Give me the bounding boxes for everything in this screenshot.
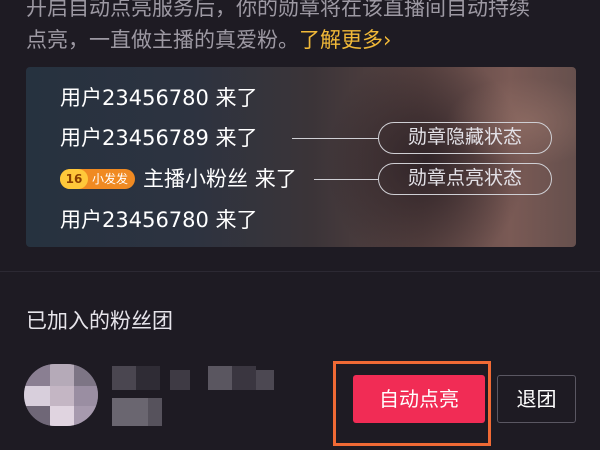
intro-line-2: 点亮，一直做主播的真爱粉。了解更多› — [26, 24, 586, 56]
intro-line-2-text: 点亮，一直做主播的真爱粉。 — [26, 28, 299, 52]
demo-preview-image: 用户23456780 来了 用户23456789 来了 勋章隐藏状态 16 小发… — [26, 67, 576, 247]
learn-more-link[interactable]: 了解更多› — [299, 28, 391, 52]
avatar — [24, 364, 98, 426]
connector-line-lit — [314, 179, 378, 180]
highlight-box — [333, 361, 491, 446]
label-lit-state: 勋章点亮状态 — [378, 163, 552, 195]
fan-badge: 16 小发发 — [60, 169, 136, 189]
quit-fan-club-button[interactable]: 退团 — [497, 375, 576, 423]
joined-fan-clubs-title: 已加入的粉丝团 — [26, 309, 173, 333]
fan-badge-name: 小发发 — [92, 172, 129, 186]
demo-row-3: 16 小发发 主播小粉丝 来了 — [60, 164, 297, 194]
intro-text: 开启自动点亮服务后，你的勋章将在该直播间自动持续 点亮，一直做主播的真爱粉。了解… — [26, 0, 586, 56]
demo-row-2-text: 用户23456789 来了 — [60, 126, 258, 150]
section-divider — [0, 271, 600, 272]
demo-row-4: 用户23456780 来了 — [60, 208, 258, 232]
learn-more-label: 了解更多 — [299, 28, 383, 52]
demo-row-3-text: 主播小粉丝 来了 — [143, 167, 297, 191]
fan-badge-level: 16 — [60, 169, 88, 189]
intro-line-1: 开启自动点亮服务后，你的勋章将在该直播间自动持续 — [26, 0, 530, 20]
connector-line-hidden — [292, 138, 378, 139]
fan-club-name — [112, 366, 276, 428]
label-hidden-state: 勋章隐藏状态 — [378, 122, 552, 154]
demo-row-1: 用户23456780 来了 — [60, 86, 258, 110]
demo-row-2: 用户23456789 来了 — [60, 123, 258, 153]
chevron-right-icon: › — [383, 28, 392, 52]
